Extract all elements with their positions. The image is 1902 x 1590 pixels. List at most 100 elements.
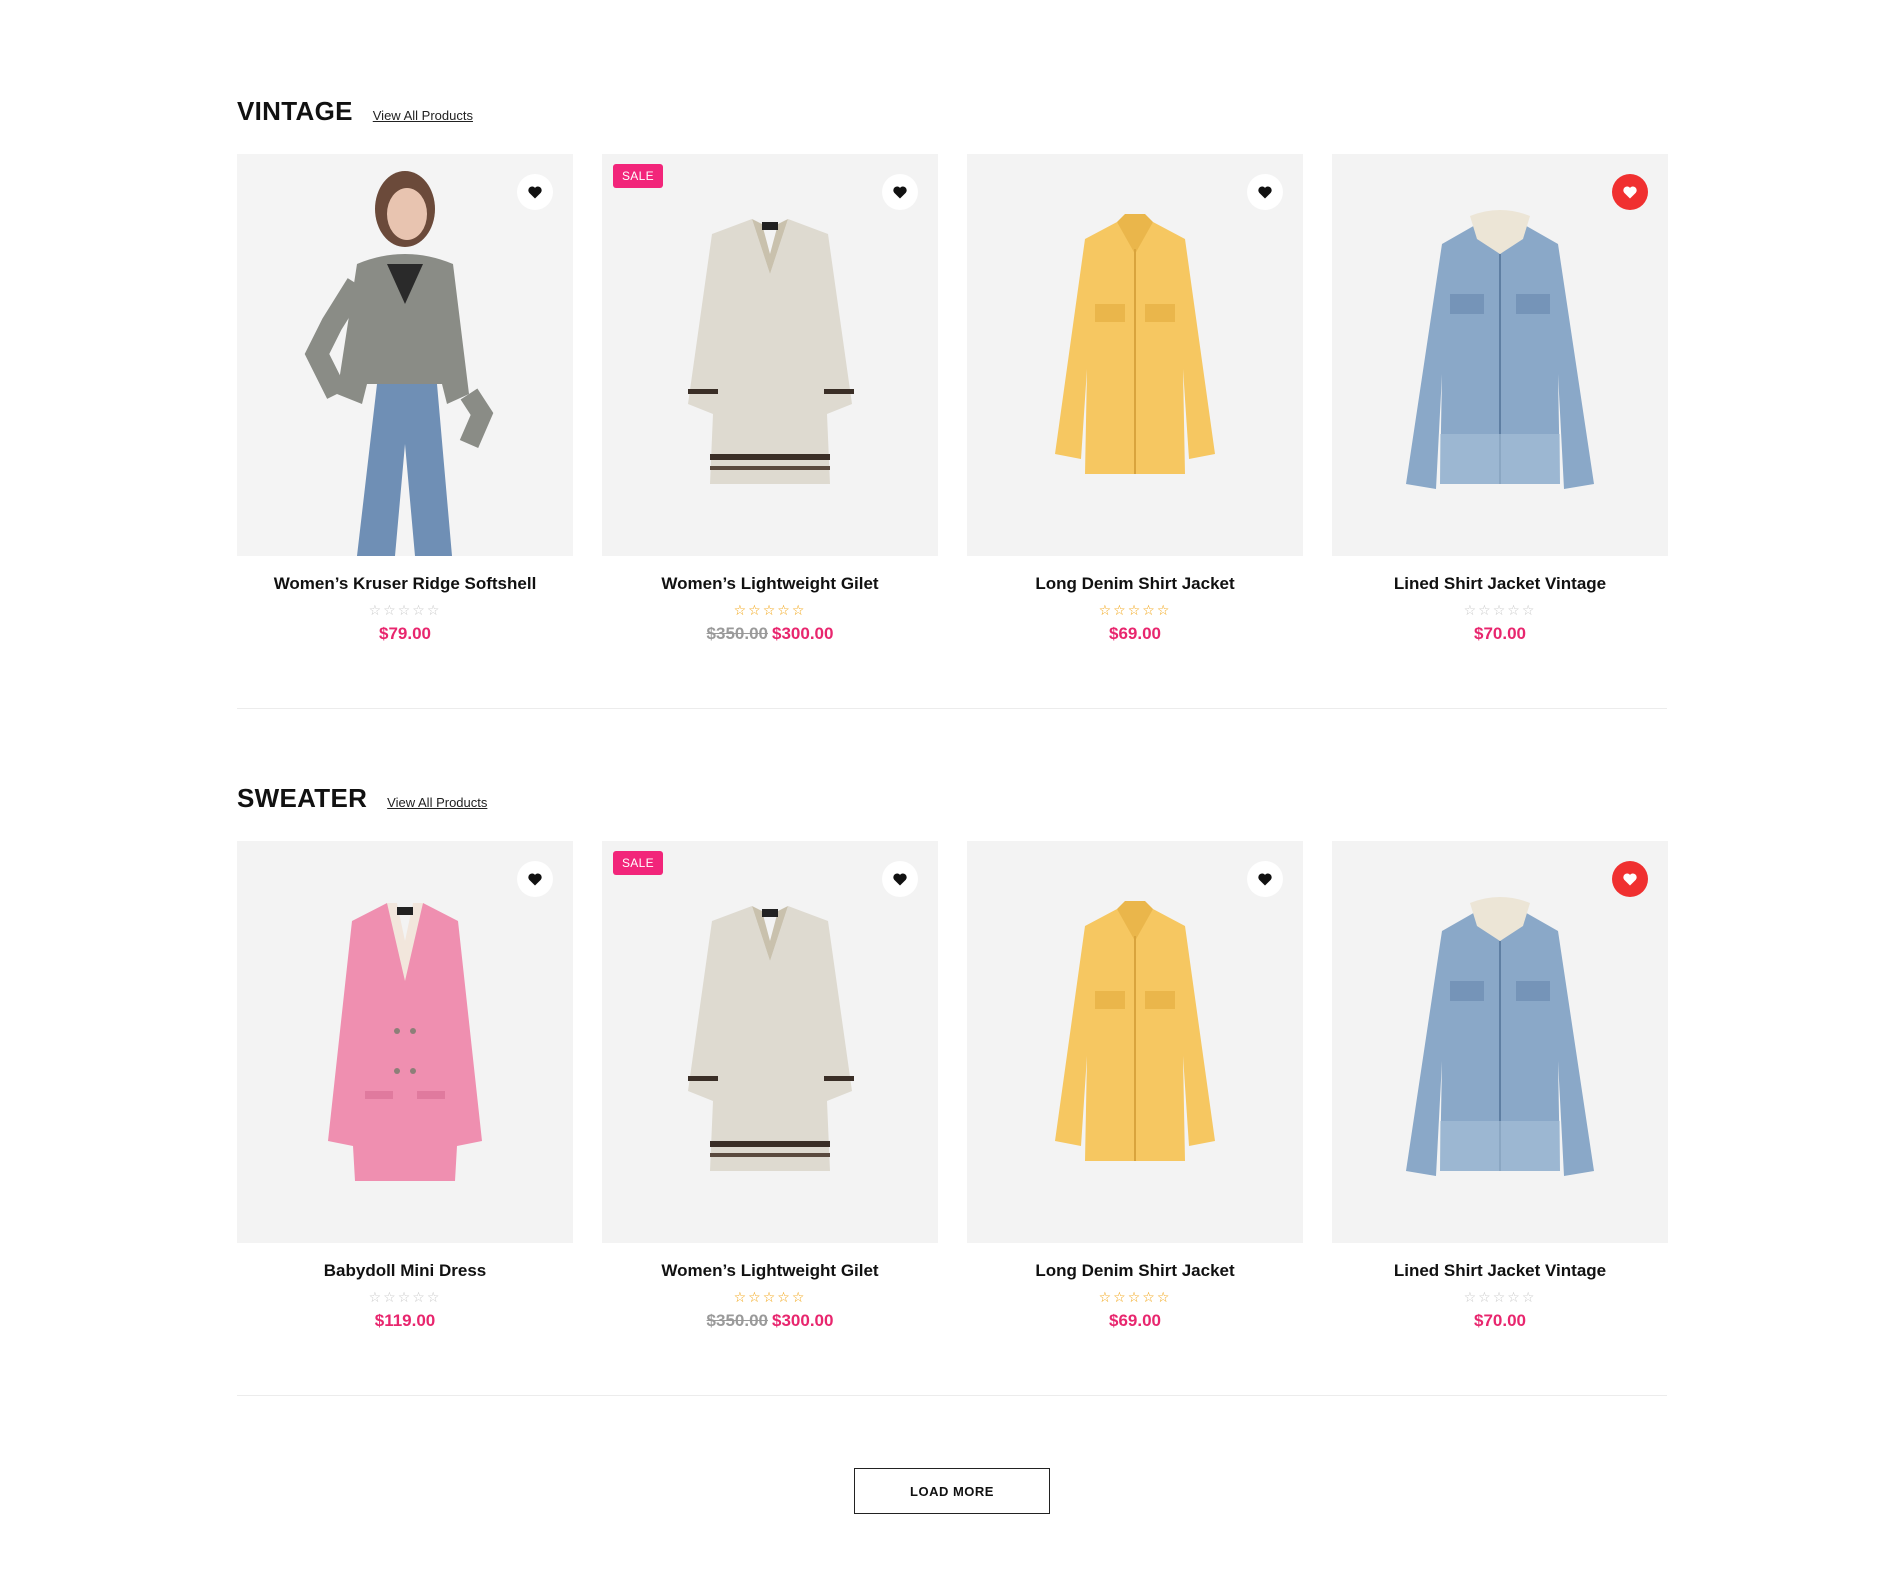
product-price: $300.00 <box>772 624 834 643</box>
product-info: Women’s Lightweight Gilet ☆☆☆☆☆ $350.00 $… <box>602 556 938 648</box>
product-image[interactable] <box>1332 154 1668 556</box>
view-all-products-link[interactable]: View All Products <box>373 108 473 123</box>
product-card[interactable]: SALE Women’s Lightweight Gilet ☆☆☆☆☆ $35… <box>602 154 938 648</box>
product-photo <box>602 154 938 556</box>
product-info: Women’s Lightweight Gilet ☆☆☆☆☆ $350.00 $… <box>602 1243 938 1335</box>
star-icons: ☆☆☆☆☆ <box>1463 602 1537 618</box>
product-price: $300.00 <box>772 1311 834 1330</box>
view-all-products-link[interactable]: View All Products <box>387 795 487 810</box>
product-name[interactable]: Women’s Lightweight Gilet <box>602 572 938 596</box>
load-more-button[interactable]: LOAD MORE <box>854 1468 1050 1514</box>
product-photo <box>967 154 1303 556</box>
star-rating: ☆☆☆☆☆ <box>237 1287 573 1307</box>
product-card[interactable]: Babydoll Mini Dress ☆☆☆☆☆ $119.00 <box>237 841 573 1335</box>
heart-icon <box>893 873 907 886</box>
product-name[interactable]: Lined Shirt Jacket Vintage <box>1332 572 1668 596</box>
wishlist-button[interactable] <box>1612 174 1648 210</box>
product-name[interactable]: Babydoll Mini Dress <box>237 1259 573 1283</box>
product-photo <box>967 841 1303 1243</box>
product-price: $69.00 <box>1109 624 1161 643</box>
heart-icon <box>893 186 907 199</box>
product-image[interactable] <box>967 841 1303 1243</box>
heart-icon <box>1258 186 1272 199</box>
product-grid: Women’s Kruser Ridge Softshell ☆☆☆☆☆ $79… <box>237 154 1668 648</box>
section-divider <box>237 1395 1667 1396</box>
star-icons: ☆☆☆☆☆ <box>368 1289 442 1305</box>
product-name[interactable]: Long Denim Shirt Jacket <box>967 1259 1303 1283</box>
product-price: $79.00 <box>379 624 431 643</box>
wishlist-button[interactable] <box>517 861 553 897</box>
section-sweater: SWEATER View All Products Babydoll Mini … <box>237 709 1668 1396</box>
star-icons: ☆☆☆☆☆ <box>1098 1289 1172 1305</box>
price-row: $79.00 <box>237 624 573 648</box>
heart-icon <box>528 873 542 886</box>
star-rating: ☆☆☆☆☆ <box>1332 1287 1668 1307</box>
star-icons: ☆☆☆☆☆ <box>733 602 807 618</box>
load-more-container: LOAD MORE <box>237 1468 1667 1514</box>
price-row: $119.00 <box>237 1311 573 1335</box>
product-card[interactable]: Women’s Kruser Ridge Softshell ☆☆☆☆☆ $79… <box>237 154 573 648</box>
price-row: $69.00 <box>967 624 1303 648</box>
product-info: Long Denim Shirt Jacket ☆☆☆☆☆ $69.00 <box>967 556 1303 648</box>
old-price: $350.00 <box>706 624 768 643</box>
product-photo <box>1332 154 1668 556</box>
product-card[interactable]: Long Denim Shirt Jacket ☆☆☆☆☆ $69.00 <box>967 841 1303 1335</box>
sale-badge: SALE <box>613 851 663 875</box>
product-info: Long Denim Shirt Jacket ☆☆☆☆☆ $69.00 <box>967 1243 1303 1335</box>
star-rating: ☆☆☆☆☆ <box>1332 600 1668 620</box>
wishlist-button[interactable] <box>1247 174 1283 210</box>
product-price: $70.00 <box>1474 624 1526 643</box>
product-info: Lined Shirt Jacket Vintage ☆☆☆☆☆ $70.00 <box>1332 1243 1668 1335</box>
wishlist-button[interactable] <box>882 174 918 210</box>
price-row: $70.00 <box>1332 1311 1668 1335</box>
wishlist-button[interactable] <box>1612 861 1648 897</box>
star-icons: ☆☆☆☆☆ <box>368 602 442 618</box>
product-image[interactable]: SALE <box>602 154 938 556</box>
section-title: VINTAGE <box>237 96 353 126</box>
product-name[interactable]: Long Denim Shirt Jacket <box>967 572 1303 596</box>
wishlist-button[interactable] <box>517 174 553 210</box>
product-card[interactable]: Lined Shirt Jacket Vintage ☆☆☆☆☆ $70.00 <box>1332 154 1668 648</box>
product-image[interactable] <box>1332 841 1668 1243</box>
product-listing: VINTAGE View All Products Women’s Kruser… <box>237 0 1668 1514</box>
product-card[interactable]: Long Denim Shirt Jacket ☆☆☆☆☆ $69.00 <box>967 154 1303 648</box>
product-photo <box>237 841 573 1243</box>
product-image[interactable] <box>967 154 1303 556</box>
product-photo <box>1332 841 1668 1243</box>
product-photo <box>602 841 938 1243</box>
star-rating: ☆☆☆☆☆ <box>602 600 938 620</box>
product-image[interactable] <box>237 841 573 1243</box>
star-rating: ☆☆☆☆☆ <box>602 1287 938 1307</box>
star-icons: ☆☆☆☆☆ <box>733 1289 807 1305</box>
product-name[interactable]: Women’s Lightweight Gilet <box>602 1259 938 1283</box>
product-image[interactable] <box>237 154 573 556</box>
heart-icon <box>1258 873 1272 886</box>
product-name[interactable]: Lined Shirt Jacket Vintage <box>1332 1259 1668 1283</box>
product-image[interactable]: SALE <box>602 841 938 1243</box>
wishlist-button[interactable] <box>1247 861 1283 897</box>
product-price: $70.00 <box>1474 1311 1526 1330</box>
price-row: $350.00 $300.00 <box>602 1311 938 1335</box>
star-icons: ☆☆☆☆☆ <box>1098 602 1172 618</box>
product-price: $119.00 <box>374 1311 436 1330</box>
product-info: Lined Shirt Jacket Vintage ☆☆☆☆☆ $70.00 <box>1332 556 1668 648</box>
product-photo <box>237 154 573 556</box>
price-row: $69.00 <box>967 1311 1303 1335</box>
price-row: $70.00 <box>1332 624 1668 648</box>
heart-icon <box>528 186 542 199</box>
wishlist-button[interactable] <box>882 861 918 897</box>
product-info: Women’s Kruser Ridge Softshell ☆☆☆☆☆ $79… <box>237 556 573 648</box>
star-icons: ☆☆☆☆☆ <box>1463 1289 1537 1305</box>
product-name[interactable]: Women’s Kruser Ridge Softshell <box>237 572 573 596</box>
section-header: SWEATER View All Products <box>237 783 1667 819</box>
product-card[interactable]: Lined Shirt Jacket Vintage ☆☆☆☆☆ $70.00 <box>1332 841 1668 1335</box>
product-price: $69.00 <box>1109 1311 1161 1330</box>
section-title: SWEATER <box>237 783 368 813</box>
sale-badge: SALE <box>613 164 663 188</box>
product-grid: Babydoll Mini Dress ☆☆☆☆☆ $119.00 SALE W… <box>237 841 1668 1335</box>
heart-icon <box>1623 186 1637 199</box>
star-rating: ☆☆☆☆☆ <box>967 1287 1303 1307</box>
price-row: $350.00 $300.00 <box>602 624 938 648</box>
section-vintage: VINTAGE View All Products Women’s Kruser… <box>237 0 1668 709</box>
product-card[interactable]: SALE Women’s Lightweight Gilet ☆☆☆☆☆ $35… <box>602 841 938 1335</box>
